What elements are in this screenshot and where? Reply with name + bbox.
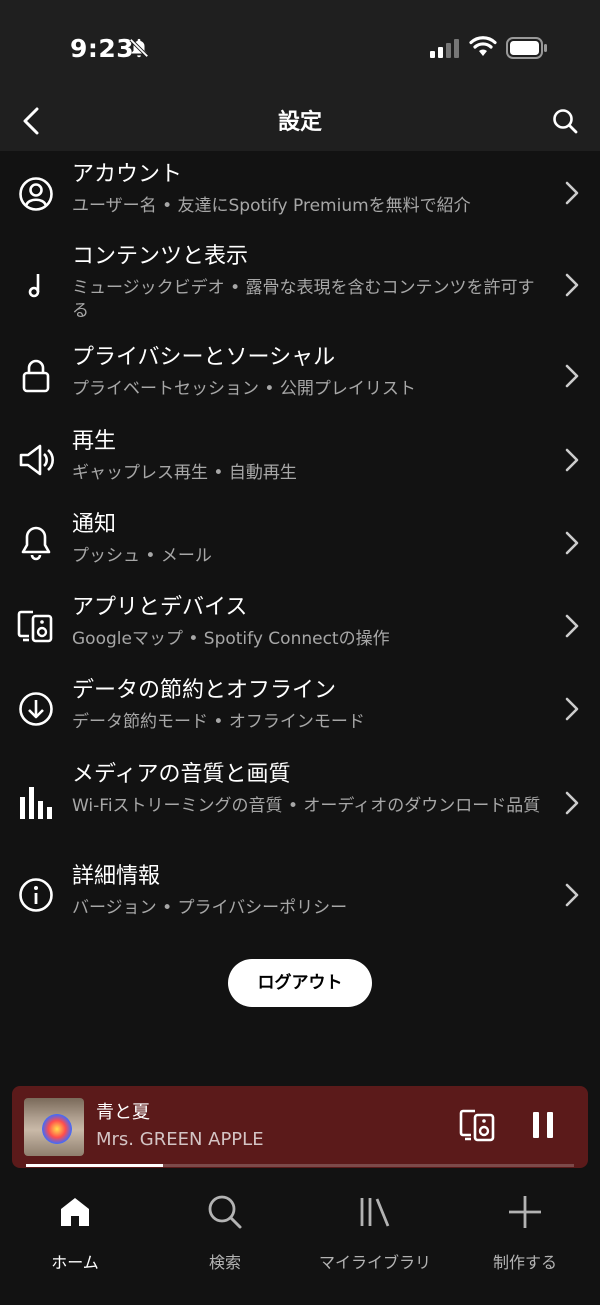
album-art [24, 1098, 84, 1156]
track-title: 青と夏 [96, 1102, 150, 1123]
chevron-right-icon [562, 271, 582, 299]
nav-label: 検索 [208, 1253, 241, 1272]
lock-icon [16, 356, 56, 396]
row-title: コンテンツと表示 [72, 244, 249, 269]
connect-device-button[interactable] [458, 1108, 498, 1146]
chevron-right-icon [562, 612, 582, 640]
mini-player[interactable]: 青と夏 Mrs. GREEN APPLE [12, 1086, 588, 1168]
playback-progress-fill [26, 1164, 163, 1167]
row-subtitle: ギャップレス再生 • 自動再生 [72, 463, 297, 483]
row-title: 再生 [72, 429, 117, 454]
settings-row-about[interactable]: 詳細情報 バージョン • プライバシーポリシー [0, 861, 600, 931]
nav-label: 制作する [492, 1253, 557, 1272]
row-subtitle: プライベートセッション • 公開プレイリスト [72, 379, 416, 399]
bell-off-icon [128, 37, 150, 63]
speaker-icon [16, 440, 56, 480]
row-subtitle: データ節約モード • オフラインモード [72, 712, 365, 732]
nav-search[interactable]: 検索 [150, 1186, 300, 1272]
row-subtitle: Wi-Fiストリーミングの音質 • オーディオのダウンロード品質 [72, 796, 541, 816]
bell-icon [16, 523, 56, 563]
header: 設定 [0, 95, 600, 151]
home-icon [0, 1190, 150, 1234]
track-artist: Mrs. GREEN APPLE [96, 1129, 264, 1150]
nav-library[interactable]: マイライブラリ [300, 1186, 450, 1272]
chevron-right-icon [562, 529, 582, 557]
chevron-right-icon [562, 179, 582, 207]
chevron-right-icon [562, 362, 582, 390]
row-title: アカウント [72, 162, 183, 187]
logout-button[interactable]: ログアウト [228, 959, 372, 1007]
settings-row-content[interactable]: コンテンツと表示 ミュージックビデオ • 露骨な表現を含むコンテンツを許可する [0, 241, 600, 327]
info-icon [16, 875, 56, 915]
page-title: 設定 [277, 110, 322, 135]
row-subtitle: ユーザー名 • 友達にSpotify Premiumを無料で紹介 [72, 196, 471, 216]
settings-row-privacy[interactable]: プライバシーとソーシャル プライベートセッション • 公開プレイリスト [0, 342, 600, 412]
pause-icon [530, 1111, 556, 1143]
pause-button[interactable] [524, 1108, 562, 1146]
status-bar: 9:23 [0, 0, 600, 95]
search-icon [552, 108, 578, 138]
row-title: 通知 [72, 512, 117, 537]
nav-label: マイライブラリ [318, 1253, 431, 1272]
wifi-icon [469, 36, 497, 62]
search-icon [150, 1190, 300, 1234]
chevron-right-icon [562, 446, 582, 474]
settings-row-data-saver[interactable]: データの節約とオフライン データ節約モード • オフラインモード [0, 675, 600, 745]
playback-progress[interactable] [26, 1164, 574, 1167]
bottom-nav: ホーム 検索 マイライブラリ 制作する [0, 1168, 600, 1305]
chevron-right-icon [562, 789, 582, 817]
row-title: 詳細情報 [72, 864, 161, 889]
row-title: データの節約とオフライン [72, 678, 337, 703]
signal-icon [430, 38, 460, 62]
chevron-right-icon [562, 695, 582, 723]
row-subtitle: プッシュ • メール [72, 546, 212, 566]
row-subtitle: ミュージックビデオ • 露骨な表現を含むコンテンツを許可する [72, 278, 535, 321]
settings-row-playback[interactable]: 再生 ギャップレス再生 • 自動再生 [0, 426, 600, 496]
row-subtitle: バージョン • プライバシーポリシー [72, 898, 348, 918]
row-subtitle: Googleマップ • Spotify Connectの操作 [72, 629, 390, 649]
settings-row-account[interactable]: アカウント ユーザー名 • 友達にSpotify Premiumを無料で紹介 [0, 159, 600, 235]
settings-row-media-quality[interactable]: メディアの音質と画質 Wi-Fiストリーミングの音質 • オーディオのダウンロー… [0, 759, 600, 845]
nav-label: ホーム [51, 1253, 99, 1272]
settings-row-notifications[interactable]: 通知 プッシュ • メール [0, 509, 600, 579]
nav-create[interactable]: 制作する [450, 1186, 600, 1272]
devices-icon [459, 1108, 497, 1146]
row-title: メディアの音質と画質 [72, 762, 291, 787]
battery-icon [506, 37, 548, 63]
plus-icon [450, 1190, 600, 1234]
devices-icon [16, 606, 56, 646]
music-note-icon [16, 265, 56, 305]
library-icon [300, 1190, 450, 1234]
equalizer-icon [16, 783, 56, 823]
search-button[interactable] [548, 105, 582, 141]
account-icon [16, 174, 56, 214]
row-title: プライバシーとソーシャル [72, 345, 336, 370]
row-title: アプリとデバイス [72, 595, 248, 620]
chevron-right-icon [562, 881, 582, 909]
settings-row-apps-devices[interactable]: アプリとデバイス Googleマップ • Spotify Connectの操作 [0, 592, 600, 662]
nav-home[interactable]: ホーム [0, 1186, 150, 1272]
download-icon [16, 689, 56, 729]
status-time: 9:23 [70, 34, 135, 63]
